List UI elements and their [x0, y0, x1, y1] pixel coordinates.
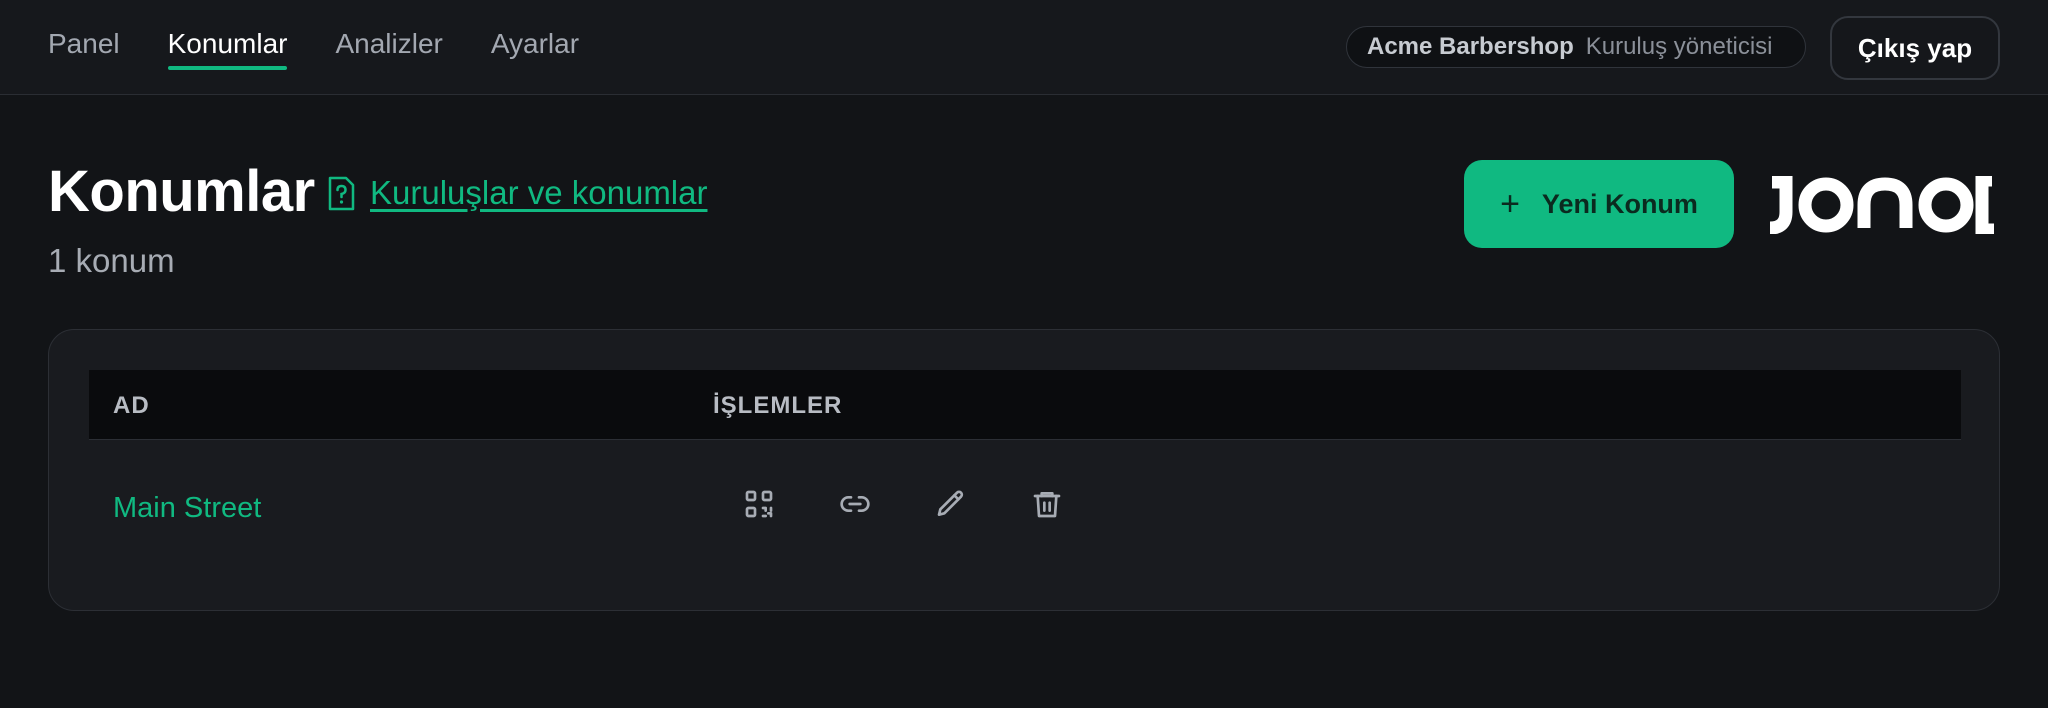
nav-item-panel[interactable]: Panel	[48, 0, 120, 70]
location-name-link[interactable]: Main Street	[113, 492, 261, 525]
plus-icon: +	[1500, 184, 1520, 223]
organization-badge: Acme Barbershop Kuruluş yöneticisi	[1346, 26, 1806, 68]
main-nav: Panel Konumlar Analizler Ayarlar	[48, 0, 627, 95]
edit-icon	[937, 490, 964, 516]
help-link-organizations-locations[interactable]: Kuruluşlar ve konumlar	[370, 174, 707, 212]
help-document-icon	[328, 176, 355, 211]
column-header-name: AD	[113, 392, 150, 419]
locations-table-card: AD İŞLEMLER Main Street	[48, 329, 2000, 611]
brand-logo	[1769, 176, 1994, 234]
organization-name: Acme Barbershop	[1367, 33, 1574, 60]
logout-button[interactable]: Çıkış yap	[1830, 16, 2000, 80]
nav-item-ayarlar[interactable]: Ayarlar	[491, 0, 579, 70]
edit-button[interactable]	[929, 482, 973, 526]
qr-code-icon	[745, 490, 773, 518]
column-header-actions: İŞLEMLER	[713, 392, 843, 419]
new-location-button[interactable]: + Yeni Konum	[1464, 160, 1734, 248]
copy-link-button[interactable]	[833, 482, 877, 526]
link-icon	[840, 496, 870, 512]
nav-item-konumlar[interactable]: Konumlar	[167, 0, 287, 70]
delete-button[interactable]	[1025, 482, 1069, 526]
top-navigation-bar: Panel Konumlar Analizler Ayarlar Acme Ba…	[0, 0, 2048, 95]
new-location-label: Yeni Konum	[1541, 188, 1698, 219]
nav-item-analizler[interactable]: Analizler	[335, 0, 442, 70]
organization-role: Kuruluş yöneticisi	[1585, 33, 1773, 60]
qr-code-button[interactable]	[737, 482, 781, 526]
delete-icon	[1033, 492, 1061, 518]
table-header: AD İŞLEMLER	[89, 370, 1961, 440]
page-title: Konumlar	[48, 159, 315, 224]
location-count: 1 konum	[48, 242, 175, 279]
